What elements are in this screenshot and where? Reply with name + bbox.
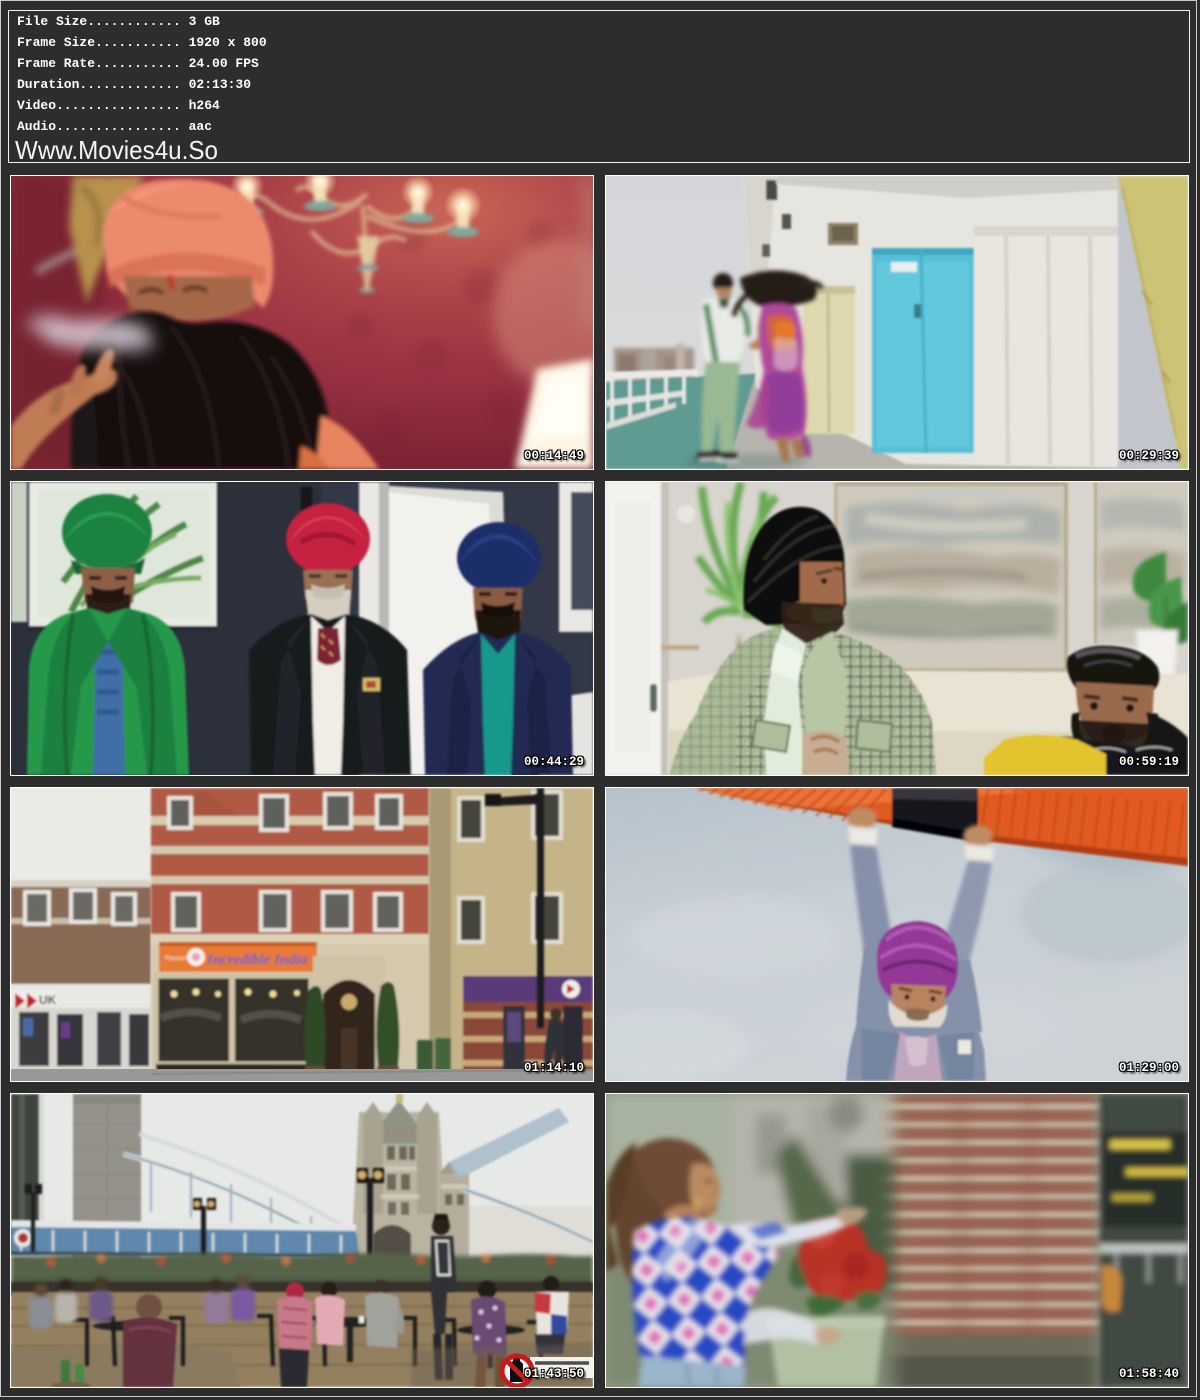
svg-text:Dining: Dining — [293, 954, 310, 960]
svg-text:UK: UK — [39, 993, 57, 1007]
svg-text:Flavours: Flavours — [165, 956, 188, 962]
